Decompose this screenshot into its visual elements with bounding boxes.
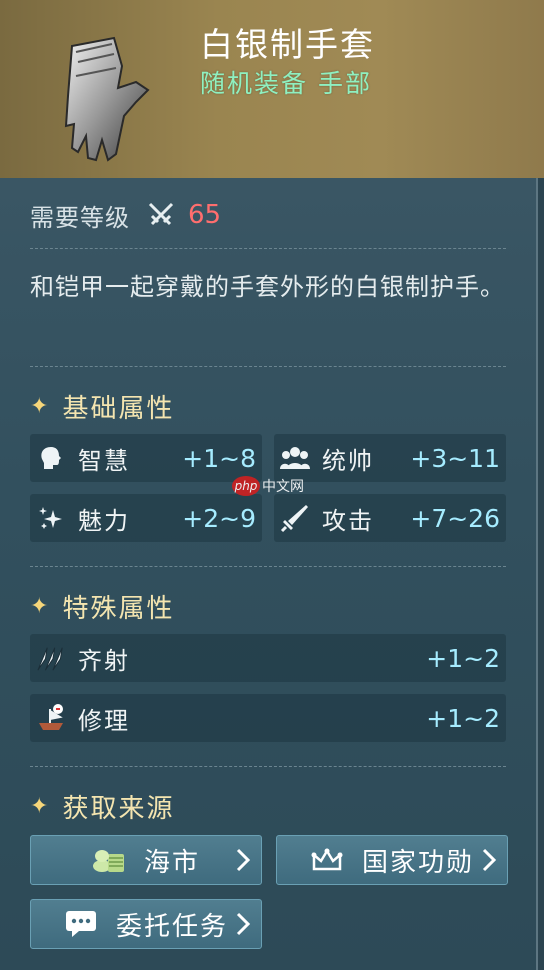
stat-name: 攻击 bbox=[322, 506, 374, 535]
required-level: 65 bbox=[188, 200, 222, 230]
stat-name: 智慧 bbox=[78, 446, 130, 475]
stat-name: 齐射 bbox=[78, 646, 130, 675]
sparkle-icon bbox=[36, 503, 66, 533]
stat-name: 魅力 bbox=[78, 506, 130, 535]
source-label: 海市 bbox=[143, 847, 200, 878]
stat-value: +1~2 bbox=[426, 643, 500, 673]
source-label: 国家功勋 bbox=[361, 847, 474, 878]
stat-command: 统帅 +3~11 bbox=[274, 434, 506, 482]
gauntlet-icon bbox=[64, 36, 150, 162]
stat-value: +3~11 bbox=[410, 443, 500, 473]
divider bbox=[30, 766, 506, 767]
stat-wisdom: 智慧 +1~8 bbox=[30, 434, 262, 482]
stat-name: 统帅 bbox=[322, 446, 374, 475]
stat-value: +7~26 bbox=[410, 503, 500, 533]
source-label: 委托任务 bbox=[115, 911, 228, 942]
watermark-logo: php bbox=[232, 476, 260, 496]
star-icon: ✦ bbox=[30, 394, 51, 419]
watermark-text: 中文网 bbox=[262, 479, 304, 495]
source-button-market[interactable]: 海市 bbox=[30, 835, 262, 885]
sword-icon bbox=[280, 503, 310, 533]
source-button-commission[interactable]: 委托任务 bbox=[30, 899, 262, 949]
stat-name: 修理 bbox=[78, 706, 130, 735]
head-icon bbox=[36, 443, 66, 473]
source-button-national-merit[interactable]: 国家功勋 bbox=[276, 835, 508, 885]
item-header: 白银制手套 随机装备 手部 bbox=[0, 0, 544, 178]
group-icon bbox=[280, 443, 310, 473]
item-description: 和铠甲一起穿戴的手套外形的白银制护手。 bbox=[30, 273, 505, 301]
chevron-right-icon bbox=[236, 912, 251, 936]
special-attributes-title: ✦ 特殊属性 bbox=[30, 594, 175, 624]
stat-value: +2~9 bbox=[182, 503, 256, 533]
stat-charm: 魅力 +2~9 bbox=[30, 494, 262, 542]
chevron-right-icon bbox=[482, 848, 497, 872]
crossed-swords-icon bbox=[148, 202, 174, 226]
stat-value: +1~2 bbox=[426, 703, 500, 733]
ship-repair-icon bbox=[36, 703, 66, 733]
coins-icon bbox=[92, 845, 126, 875]
requirement-label: 需要等级 bbox=[30, 203, 130, 232]
divider bbox=[30, 566, 506, 567]
stat-repair: 修理 +1~2 bbox=[30, 694, 506, 742]
stat-value: +1~8 bbox=[182, 443, 256, 473]
chevron-right-icon bbox=[236, 848, 251, 872]
chat-icon bbox=[64, 909, 98, 939]
basic-attributes-title: ✦ 基础属性 bbox=[30, 394, 175, 424]
divider bbox=[30, 248, 506, 249]
stat-volley: 齐射 +1~2 bbox=[30, 634, 506, 682]
item-title: 白银制手套 bbox=[200, 25, 375, 64]
volley-icon bbox=[36, 643, 66, 673]
sources-title: ✦ 获取来源 bbox=[30, 794, 175, 824]
divider bbox=[30, 366, 506, 367]
star-icon: ✦ bbox=[30, 594, 51, 619]
level-requirement: 需要等级 65 bbox=[30, 198, 221, 232]
star-icon: ✦ bbox=[30, 794, 51, 819]
crown-icon bbox=[310, 845, 344, 875]
stat-attack: 攻击 +7~26 bbox=[274, 494, 506, 542]
item-subtitle: 随机装备 手部 bbox=[200, 69, 372, 98]
watermark: php 中文网 bbox=[232, 476, 304, 496]
